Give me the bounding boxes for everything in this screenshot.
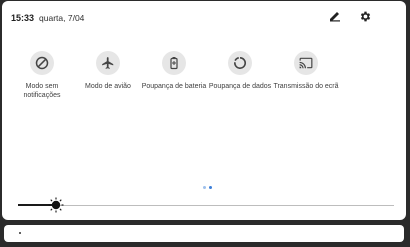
brightness-icon xyxy=(48,197,64,213)
tile-label: Transmissão do ecrã xyxy=(273,83,339,90)
tile-airplane-mode[interactable]: Modo de avião xyxy=(72,51,144,92)
settings-icon[interactable] xyxy=(358,9,372,23)
header-actions xyxy=(328,9,372,23)
page-dot-active[interactable] xyxy=(209,186,212,189)
date: quarta, 7/04 xyxy=(39,13,85,23)
brightness-slider[interactable] xyxy=(18,197,394,213)
data-saver-icon xyxy=(228,51,252,75)
bottom-handle-bar[interactable] xyxy=(4,225,404,242)
tile-screen-cast[interactable]: Transmissão do ecrã xyxy=(270,51,342,92)
tile-label: Poupança de dados xyxy=(208,83,272,90)
tile-battery-saver[interactable]: Poupança de bateria xyxy=(138,51,210,92)
tile-label: Modo de avião xyxy=(85,83,131,90)
slider-track xyxy=(18,205,394,206)
quick-settings-panel: 15:33 quarta, 7/04 Modo sem notificações xyxy=(2,1,406,220)
edit-icon[interactable] xyxy=(328,9,342,23)
page-dot[interactable] xyxy=(203,186,206,189)
tile-label: Modo sem notificações xyxy=(23,83,61,99)
cast-icon xyxy=(294,51,318,75)
bottom-indicator xyxy=(19,232,21,234)
tile-label: Poupança de bateria xyxy=(141,83,207,90)
clock: 15:33 xyxy=(11,13,35,23)
page-indicator xyxy=(203,186,212,189)
status-bar: 15:33 quarta, 7/04 xyxy=(11,11,84,25)
tile-data-saver[interactable]: Poupança de dados xyxy=(204,51,276,92)
battery-saver-icon xyxy=(162,51,186,75)
airplane-icon xyxy=(96,51,120,75)
tile-do-not-disturb[interactable]: Modo sem notificações xyxy=(6,51,78,100)
do-not-disturb-icon xyxy=(30,51,54,75)
